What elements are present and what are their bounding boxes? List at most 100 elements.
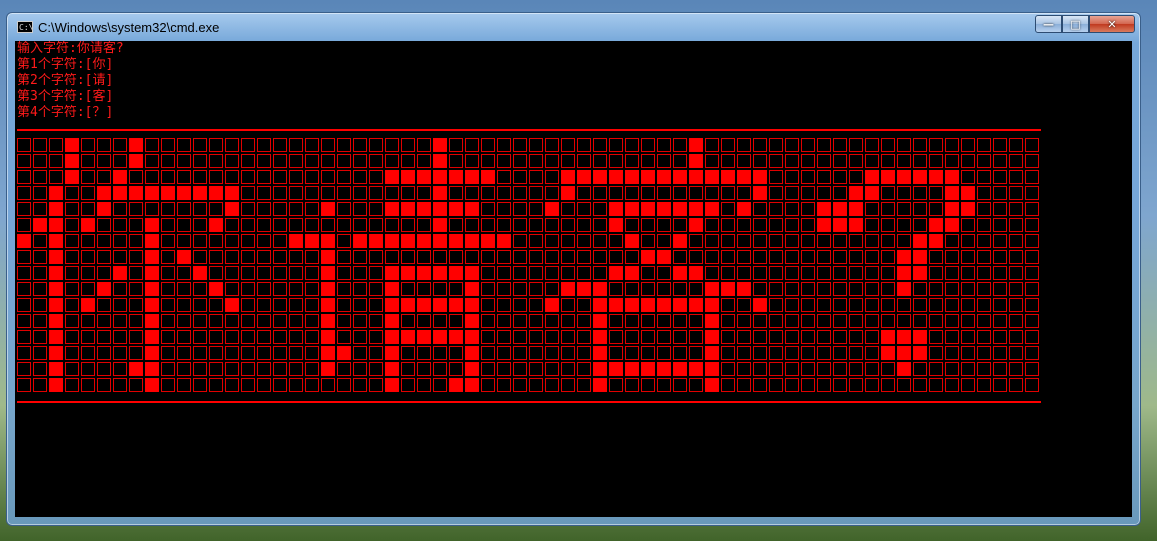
pixel-off <box>881 378 895 392</box>
pixel-on <box>129 138 143 152</box>
pixel-off <box>977 234 991 248</box>
pixel-off <box>465 138 479 152</box>
pixel-off <box>689 282 703 296</box>
pixel-off <box>1025 314 1039 328</box>
pixel-off <box>241 298 255 312</box>
pixel-off <box>545 138 559 152</box>
pixel-off <box>769 250 783 264</box>
pixel-off <box>161 250 175 264</box>
pixel-off <box>145 138 159 152</box>
pixel-off <box>561 202 575 216</box>
pixel-off <box>273 378 287 392</box>
pixel-off <box>449 154 463 168</box>
pixel-off <box>129 202 143 216</box>
pixel-off <box>17 186 31 200</box>
pixel-off <box>433 282 447 296</box>
pixel-on <box>849 202 863 216</box>
pixel-off <box>801 202 815 216</box>
pixel-off <box>369 202 383 216</box>
pixel-off <box>369 170 383 184</box>
window-title: C:\Windows\system32\cmd.exe <box>38 20 220 35</box>
console-output[interactable]: 输入字符:你请客? 第1个字符:[你] 第2个字符:[请] 第3个字符:[客] … <box>15 41 1132 517</box>
pixel-off <box>577 154 591 168</box>
pixel-off <box>545 282 559 296</box>
cmd-app-icon[interactable]: C:\ <box>17 21 33 33</box>
pixel-off <box>65 250 79 264</box>
pixel-on <box>609 218 623 232</box>
pixel-on <box>641 202 655 216</box>
pixel-off <box>33 346 47 360</box>
pixel-off <box>465 218 479 232</box>
pixel-off <box>705 138 719 152</box>
pixel-off <box>1025 202 1039 216</box>
pixel-off <box>161 170 175 184</box>
pixel-off <box>401 186 415 200</box>
minimize-button[interactable]: — <box>1035 15 1062 33</box>
pixel-off <box>113 314 127 328</box>
pixel-off <box>657 218 671 232</box>
pixel-off <box>593 202 607 216</box>
pixel-on <box>705 202 719 216</box>
pixel-on <box>913 234 927 248</box>
title-bar[interactable]: C:\ C:\Windows\system32\cmd.exe — □ ✕ <box>7 13 1140 43</box>
pixel-off <box>961 218 975 232</box>
pixel-off <box>577 186 591 200</box>
pixel-on <box>817 202 831 216</box>
pixel-off <box>209 314 223 328</box>
pixel-off <box>945 362 959 376</box>
pixel-off <box>33 170 47 184</box>
pixel-on <box>609 170 623 184</box>
pixel-off <box>977 330 991 344</box>
pixel-off <box>705 266 719 280</box>
pixel-on <box>209 186 223 200</box>
pixel-off <box>1009 218 1023 232</box>
pixel-off <box>577 314 591 328</box>
pixel-off <box>801 314 815 328</box>
pixel-off <box>17 266 31 280</box>
pixel-off <box>129 266 143 280</box>
maximize-button[interactable]: □ <box>1062 15 1089 33</box>
pixel-off <box>897 378 911 392</box>
pixel-off <box>769 330 783 344</box>
pixel-on <box>945 218 959 232</box>
pixel-on <box>593 298 607 312</box>
pixel-on <box>385 298 399 312</box>
pixel-off <box>33 378 47 392</box>
pixel-on <box>161 186 175 200</box>
pixel-off <box>225 314 239 328</box>
pixel-off <box>529 266 543 280</box>
pixel-off <box>945 250 959 264</box>
pixel-off <box>145 170 159 184</box>
pixel-off <box>513 282 527 296</box>
pixel-on <box>705 170 719 184</box>
pixel-off <box>385 186 399 200</box>
pixel-off <box>593 154 607 168</box>
pixel-off <box>641 154 655 168</box>
pixel-off <box>625 346 639 360</box>
pixel-off <box>577 250 591 264</box>
pixel-off <box>129 330 143 344</box>
pixel-off <box>753 282 767 296</box>
pixel-on <box>737 282 751 296</box>
pixel-off <box>977 202 991 216</box>
pixel-off <box>993 186 1007 200</box>
pixel-on <box>209 282 223 296</box>
pixel-off <box>561 346 575 360</box>
pixel-on <box>545 298 559 312</box>
pixel-off <box>1025 298 1039 312</box>
pixel-on <box>97 282 111 296</box>
pixel-off <box>353 186 367 200</box>
pixel-off <box>241 266 255 280</box>
pixel-off <box>1009 298 1023 312</box>
pixel-on <box>449 234 463 248</box>
pixel-off <box>881 282 895 296</box>
pixel-off <box>289 154 303 168</box>
pixel-off <box>1009 138 1023 152</box>
pixel-off <box>961 154 975 168</box>
pixel-off <box>65 330 79 344</box>
pixel-off <box>1009 330 1023 344</box>
pixel-off <box>417 282 431 296</box>
pixel-off <box>593 218 607 232</box>
close-button[interactable]: ✕ <box>1089 15 1135 33</box>
pixel-on <box>753 170 767 184</box>
